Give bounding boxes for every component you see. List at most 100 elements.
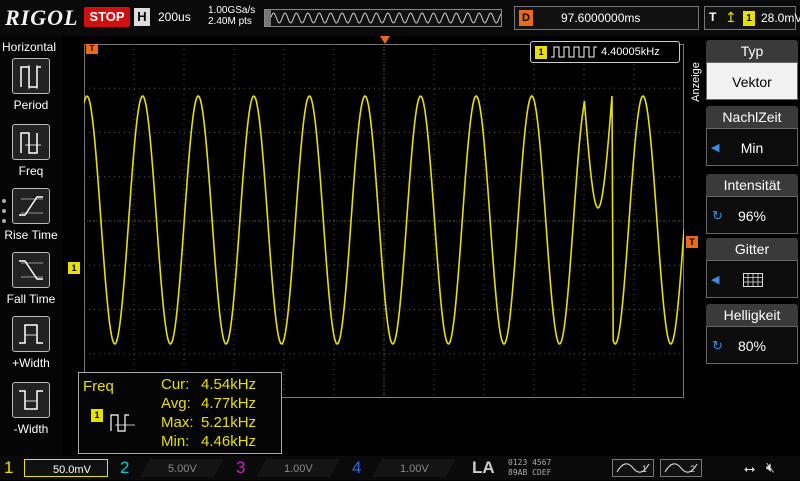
type-title: Typ <box>706 40 798 62</box>
measure-negative-width-button[interactable]: -Width <box>0 382 62 444</box>
channel-scale-box: 1.00V <box>372 459 456 477</box>
brightness-title: Helligkeit <box>706 304 798 326</box>
trigger-time-badge: T <box>86 44 98 54</box>
rigol-logo: RIGOL <box>5 5 79 30</box>
period-label: Period <box>13 98 49 112</box>
fall-time-icon <box>12 252 50 288</box>
frequency-icon <box>110 414 135 432</box>
trigger-level-marker[interactable]: T <box>686 236 698 248</box>
measurement-channel-badge: 1 <box>91 409 103 422</box>
generator-number: 2 <box>690 464 696 474</box>
channel-scale: 1.00V <box>400 463 429 475</box>
knob-icon: ↻ <box>712 338 723 353</box>
generator-2-button[interactable]: 2 <box>660 459 702 477</box>
brightness-softkey[interactable]: Helligkeit ↻ 80% <box>706 304 798 364</box>
measurement-name: Freq <box>83 378 114 395</box>
sample-rate: 1.00GSa/s <box>208 5 256 16</box>
negative-width-icon <box>12 382 50 418</box>
grid-icon <box>743 273 763 287</box>
top-status-bar: RIGOL STOP H 200us 1.00GSa/s 2.40M pts D… <box>0 0 800 36</box>
channel-number: 4 <box>352 458 362 477</box>
logic-analyzer-channels: 0123 4567 89AB CDEF <box>508 458 551 478</box>
channel-scale: 1.00V <box>284 463 313 475</box>
menu-title: Horizontal <box>2 40 57 54</box>
knob-icon: ↻ <box>712 208 723 223</box>
intensity-box: ↻ 96% <box>706 196 798 234</box>
channel-number: 2 <box>120 458 130 477</box>
counter-value: 4.40005kHz <box>601 46 660 58</box>
memory-waveform-icon <box>265 10 501 26</box>
usb-icon: ⭤ <box>744 460 756 476</box>
measure-positive-width-button[interactable]: +Width <box>0 316 62 378</box>
channel-4-status[interactable]: 4 1.00V <box>352 456 464 480</box>
trigger-badge: T <box>709 10 717 24</box>
counter-channel-badge: 1 <box>535 46 547 59</box>
memory-overview-bar[interactable] <box>264 9 502 27</box>
intensity-softkey[interactable]: Intensität ↻ 96% <box>706 174 798 234</box>
left-triangle-icon: ◀ <box>711 142 720 154</box>
timebase-value[interactable]: 200us <box>158 10 191 24</box>
intensity-value: 96% <box>737 208 767 224</box>
brightness-value: 80% <box>737 338 767 354</box>
channel-scale-box: 5.00V <box>140 459 224 477</box>
channel-1-status[interactable]: 1 50.0mV <box>4 456 116 480</box>
generator-1-button[interactable]: 1 <box>612 459 654 477</box>
generator-number: 1 <box>642 464 648 474</box>
left-triangle-icon: ◀ <box>711 274 720 286</box>
intensity-title: Intensität <box>706 174 798 196</box>
display-menu-tab-label: Anzeige <box>690 62 702 102</box>
grid-softkey[interactable]: Gitter ◀ <box>706 238 798 298</box>
trigger-level-value: 28.0mV <box>761 11 800 25</box>
channel-number: 3 <box>236 458 246 477</box>
channel-status-bar: 1 50.0mV 2 5.00V 3 1.00V 4 1.00V LA 0123… <box>0 456 800 480</box>
trigger-settings-box[interactable]: T ↥ 1 28.0mV <box>704 6 800 30</box>
ch1-offset-marker[interactable]: 1 <box>68 262 80 274</box>
persistence-softkey[interactable]: NachlZeit ◀ Min <box>706 106 798 166</box>
display-menu-tab[interactable]: Anzeige <box>686 42 704 128</box>
run-stop-status[interactable]: STOP <box>84 7 130 27</box>
persistence-box: ◀ Min <box>706 128 798 166</box>
frequency-icon <box>12 124 50 160</box>
logic-analyzer-label[interactable]: LA <box>472 458 495 478</box>
channel-number: 1 <box>4 458 14 477</box>
trigger-position-box[interactable]: D 97.6000000ms <box>514 6 699 30</box>
measurement-row-minimum: Min: 4.46kHz <box>161 433 257 450</box>
rise-time-icon <box>12 188 50 224</box>
rise-time-label: Rise Time <box>4 228 58 242</box>
grid-box: ◀ <box>706 260 798 298</box>
trigger-channel-badge: 1 <box>743 11 755 26</box>
channel-scale: 5.00V <box>168 463 197 475</box>
square-wave-icon <box>551 46 597 58</box>
type-value: Vektor <box>706 62 798 100</box>
channel-3-status[interactable]: 3 1.00V <box>236 456 348 480</box>
measurement-row-maximum: Max: 5.21kHz <box>161 414 257 431</box>
measure-freq-button[interactable]: Freq <box>0 124 62 186</box>
trigger-time-marker-icon <box>380 36 390 44</box>
positive-width-icon <box>12 316 50 352</box>
channel-scale-box: 1.00V <box>256 459 340 477</box>
measurement-row-current: Cur: 4.54kHz <box>161 376 257 393</box>
waveform-grid <box>83 44 685 398</box>
fall-time-label: Fall Time <box>6 292 56 306</box>
channel-scale-box: 50.0mV <box>24 459 108 477</box>
brightness-box: ↻ 80% <box>706 326 798 364</box>
channel-2-status[interactable]: 2 5.00V <box>120 456 232 480</box>
measurement-statistics[interactable]: Freq 1 Cur: 4.54kHz Avg: 4.77kHz Max: 5.21k… <box>78 372 282 454</box>
delay-badge: D <box>519 10 533 26</box>
trigger-position-value: 97.6000000ms <box>561 11 641 25</box>
channel-scale: 50.0mV <box>53 464 91 476</box>
type-softkey[interactable]: Typ Vektor <box>706 40 798 100</box>
persistence-value: Min <box>740 140 764 156</box>
waveform-display[interactable] <box>83 44 685 398</box>
grid-title: Gitter <box>706 238 798 260</box>
persistence-title: NachlZeit <box>706 106 798 128</box>
horizontal-badge: H <box>134 8 150 26</box>
measure-fall-time-button[interactable]: Fall Time <box>0 252 62 314</box>
memory-depth: 2.40M pts <box>208 16 252 27</box>
la-digits-row1: 0123 4567 <box>508 458 552 467</box>
positive-width-label: +Width <box>12 356 50 370</box>
measure-rise-time-button[interactable]: Rise Time <box>0 188 62 250</box>
negative-width-label: -Width <box>13 422 49 436</box>
measure-period-button[interactable]: Period <box>0 58 62 120</box>
speaker-muted-icon[interactable]: 🔇︎ <box>766 459 775 476</box>
